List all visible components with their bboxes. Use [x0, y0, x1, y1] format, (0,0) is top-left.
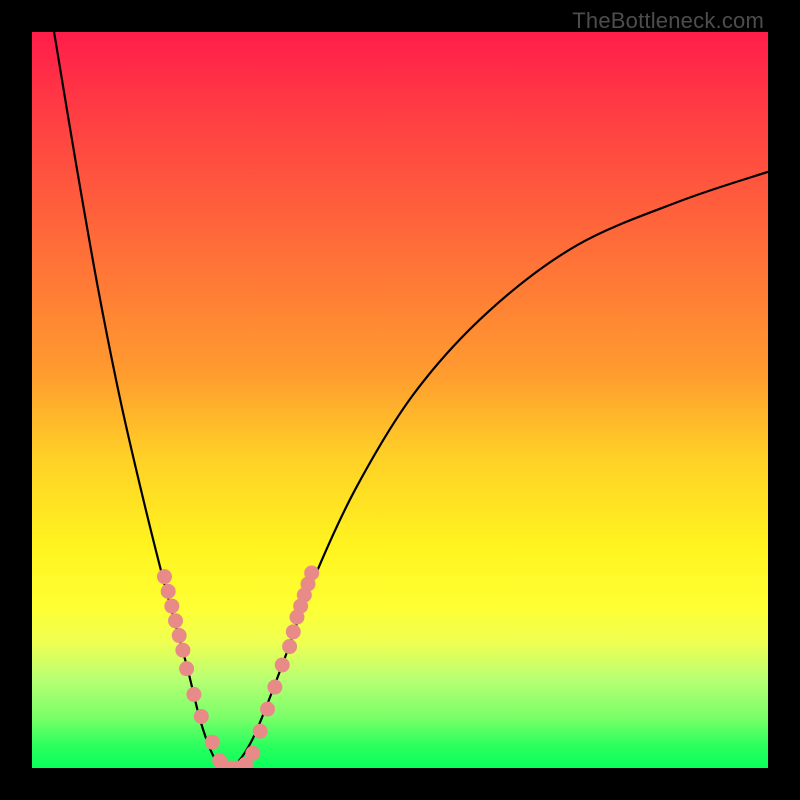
- sample-point: [161, 584, 176, 599]
- bottleneck-curve: [54, 32, 768, 768]
- sample-point: [245, 746, 260, 761]
- sample-point: [194, 709, 209, 724]
- sample-point: [286, 624, 301, 639]
- sample-point: [175, 643, 190, 658]
- sample-point: [186, 687, 201, 702]
- sample-point: [275, 657, 290, 672]
- sample-points-group: [157, 565, 319, 768]
- sample-point: [168, 613, 183, 628]
- sample-point: [172, 628, 187, 643]
- sample-point: [179, 661, 194, 676]
- sample-point: [304, 565, 319, 580]
- chart-frame: TheBottleneck.com: [0, 0, 800, 800]
- sample-point: [205, 735, 220, 750]
- plot-area: [32, 32, 768, 768]
- watermark-text: TheBottleneck.com: [572, 8, 764, 34]
- bottleneck-curve-svg: [32, 32, 768, 768]
- sample-point: [164, 599, 179, 614]
- sample-point: [253, 724, 268, 739]
- sample-point: [260, 702, 275, 717]
- sample-point: [282, 639, 297, 654]
- sample-point: [157, 569, 172, 584]
- sample-point: [267, 680, 282, 695]
